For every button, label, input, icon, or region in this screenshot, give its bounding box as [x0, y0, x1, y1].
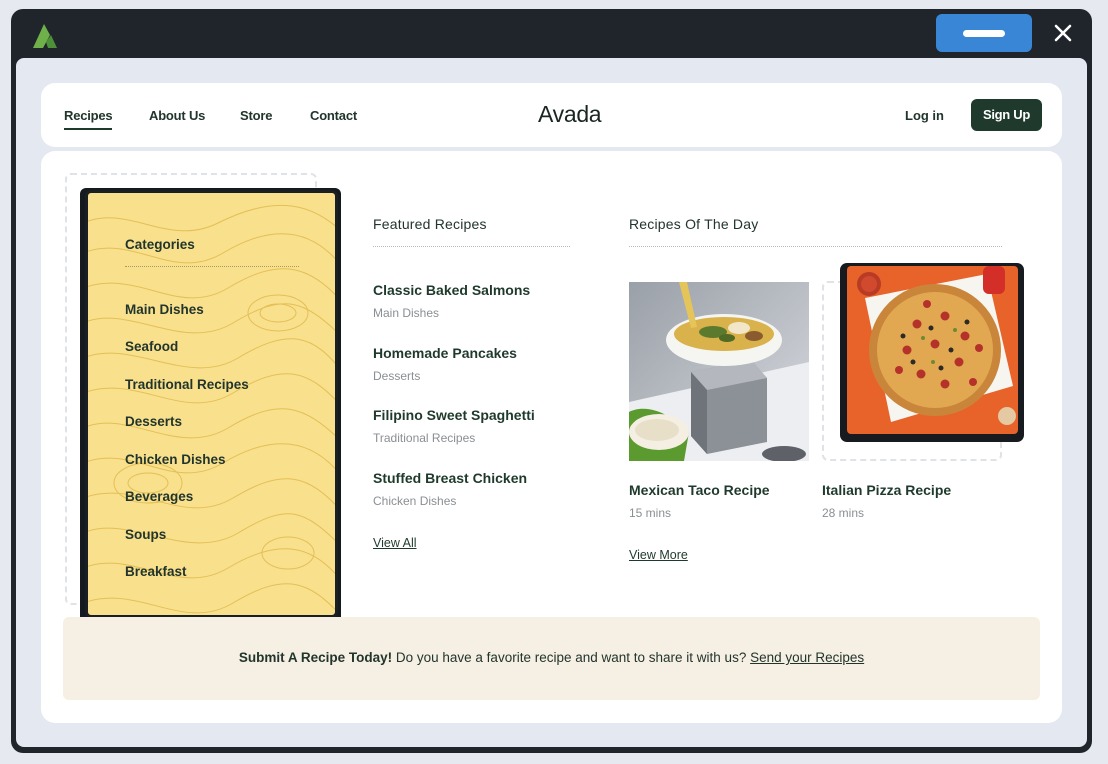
send-recipes-link[interactable]: Send your Recipes — [750, 650, 864, 665]
recipe-of-day-name[interactable]: Mexican Taco Recipe — [629, 482, 770, 498]
categories-divider — [125, 266, 299, 267]
featured-divider — [373, 246, 570, 247]
mega-menu-panel: Categories Main Dishes Seafood Tradition… — [41, 151, 1062, 723]
nav-link-about-us[interactable]: About Us — [149, 108, 205, 123]
pizza-photo[interactable] — [847, 266, 1018, 434]
category-soups[interactable]: Soups — [125, 527, 166, 542]
featured-recipe-name[interactable]: Stuffed Breast Chicken — [373, 470, 527, 486]
featured-recipes-title: Featured Recipes — [373, 216, 487, 232]
view-all-link[interactable]: View All — [373, 536, 417, 550]
submit-recipe-banner: Submit A Recipe Today! Do you have a fav… — [63, 617, 1040, 700]
recipe-of-day-time: 28 mins — [822, 506, 865, 520]
topography-pattern — [88, 204, 335, 614]
recipe-of-day-time: 15 mins — [629, 506, 672, 520]
view-more-link[interactable]: View More — [629, 548, 688, 562]
category-chicken-dishes[interactable]: Chicken Dishes — [125, 452, 226, 467]
category-traditional-recipes[interactable]: Traditional Recipes — [125, 377, 249, 392]
categories-title: Categories — [125, 237, 195, 252]
minimize-bar-icon — [963, 30, 1005, 37]
submit-recipe-text: Submit A Recipe Today! Do you have a fav… — [63, 650, 1040, 665]
category-seafood[interactable]: Seafood — [125, 339, 178, 354]
site-brand[interactable]: Avada — [538, 101, 602, 128]
recipes-of-the-day-divider — [629, 246, 1002, 247]
categories-card: Categories Main Dishes Seafood Tradition… — [85, 190, 338, 618]
featured-recipe-category: Chicken Dishes — [373, 494, 457, 508]
submit-recipe-heading: Submit A Recipe Today! — [238, 650, 393, 665]
nav-link-contact[interactable]: Contact — [310, 108, 357, 123]
featured-recipe-name[interactable]: Classic Baked Salmons — [373, 282, 530, 298]
recipe-of-day-name[interactable]: Italian Pizza Recipe — [822, 482, 951, 498]
window-action-button[interactable] — [936, 14, 1032, 52]
recipes-of-the-day-title: Recipes Of The Day — [629, 216, 759, 232]
nav-link-recipes[interactable]: Recipes — [64, 108, 113, 130]
site-navbar: Recipes About Us Store Contact Avada Log… — [41, 83, 1062, 147]
category-breakfast[interactable]: Breakfast — [125, 564, 187, 579]
signup-button[interactable]: Sign Up — [971, 99, 1042, 131]
nav-link-store[interactable]: Store — [240, 108, 272, 123]
category-desserts[interactable]: Desserts — [125, 414, 182, 429]
avada-logo-icon — [33, 24, 57, 48]
featured-recipe-category: Main Dishes — [373, 306, 440, 320]
category-main-dishes[interactable]: Main Dishes — [125, 302, 204, 317]
featured-recipe-name[interactable]: Homemade Pancakes — [373, 345, 517, 361]
close-icon[interactable] — [1050, 20, 1076, 46]
submit-recipe-description: Do you have a favorite recipe and want t… — [395, 650, 747, 665]
soup-bowl-photo[interactable] — [629, 282, 809, 461]
featured-recipe-name[interactable]: Filipino Sweet Spaghetti — [373, 407, 535, 423]
featured-recipe-category: Desserts — [373, 369, 421, 383]
login-link[interactable]: Log in — [905, 108, 944, 123]
category-beverages[interactable]: Beverages — [125, 489, 193, 504]
featured-recipe-category: Traditional Recipes — [373, 431, 476, 445]
